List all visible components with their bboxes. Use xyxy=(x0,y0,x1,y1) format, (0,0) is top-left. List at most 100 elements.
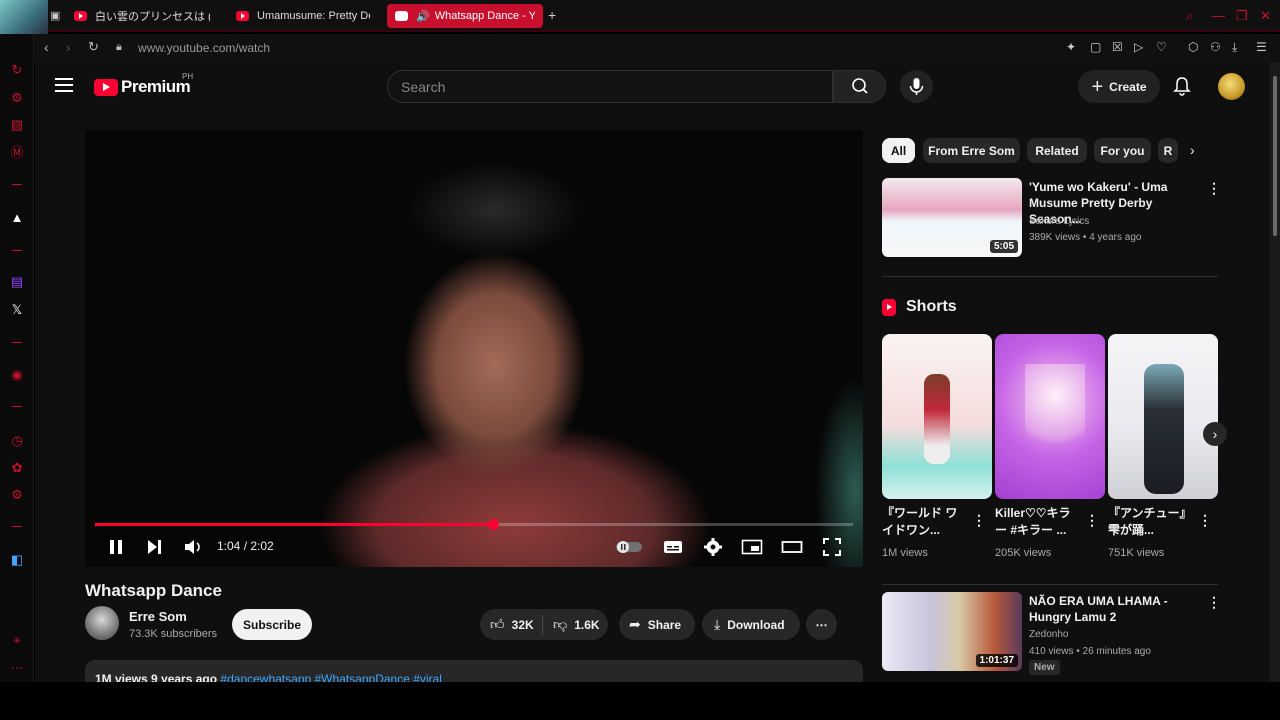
extensions-icon[interactable]: ⬡ xyxy=(1188,40,1198,54)
download-icon[interactable]: ⤓ xyxy=(1232,40,1237,55)
forward-icon[interactable]: › xyxy=(66,39,71,55)
search-input[interactable] xyxy=(388,71,832,102)
channel-avatar[interactable] xyxy=(85,606,119,640)
chevron-right-icon[interactable]: › xyxy=(1190,142,1195,158)
profile-avatar[interactable] xyxy=(0,0,48,34)
url-field[interactable]: www.youtube.com/watch xyxy=(138,41,270,55)
tab-2[interactable]: Umamusume: Pretty Derby xyxy=(228,4,378,28)
more-vertical-icon[interactable]: ⋮ xyxy=(1207,180,1221,197)
puzzle-icon[interactable]: ✿ xyxy=(9,460,25,476)
channel-name[interactable]: Erre Som xyxy=(129,609,187,624)
volume-icon[interactable] xyxy=(183,537,203,557)
shorts-next-button[interactable]: › xyxy=(1203,422,1227,446)
create-button[interactable]: + Create xyxy=(1078,70,1160,103)
next-icon[interactable] xyxy=(145,537,163,557)
chip-related[interactable]: Related xyxy=(1027,138,1087,163)
hamburger-icon[interactable] xyxy=(55,78,73,96)
chip-partial[interactable]: R xyxy=(1158,138,1178,163)
clock-icon[interactable]: ◷ xyxy=(9,433,25,449)
settings-gear-icon[interactable] xyxy=(703,537,723,557)
play-ext-icon[interactable]: ▷ xyxy=(1134,40,1143,54)
download-button[interactable]: ⤓ Download xyxy=(702,609,800,640)
description-box[interactable]: 1M views 9 years ago #dancewhatsapp #Wha… xyxy=(85,660,863,682)
x-icon[interactable]: 𝕏 xyxy=(9,302,25,318)
short-title[interactable]: Killer♡♡キラー #キラー ... xyxy=(995,505,1081,539)
miniplayer-icon[interactable] xyxy=(741,537,763,557)
pattern-icon[interactable]: ▨ xyxy=(9,117,25,133)
duration-badge: 1:01:37 xyxy=(975,654,1018,667)
search-tabs-icon[interactable]: ⌕ xyxy=(1186,8,1193,24)
sidebar-divider xyxy=(12,526,22,527)
captions-icon[interactable] xyxy=(663,537,683,557)
short-thumbnail[interactable] xyxy=(995,334,1105,499)
thumbs-up-icon: 👍︎ xyxy=(490,616,505,632)
fullscreen-icon[interactable] xyxy=(822,537,842,557)
close-icon[interactable]: ✕ xyxy=(1260,8,1271,24)
more-vertical-icon[interactable]: ⋮ xyxy=(972,512,986,529)
bot-icon[interactable]: ⚙ xyxy=(9,90,25,106)
more-vertical-icon[interactable]: ⋮ xyxy=(1207,594,1221,611)
autoplay-toggle[interactable] xyxy=(615,539,643,555)
theater-mode-icon[interactable] xyxy=(781,537,803,557)
user-avatar[interactable] xyxy=(1218,73,1245,100)
rec-title[interactable]: NÃO ERA UMA LHAMA - Hungry Lamu 2 xyxy=(1029,593,1205,625)
rec-channel[interactable]: Zedonho xyxy=(1029,629,1068,640)
new-tab-button[interactable]: + xyxy=(548,7,556,23)
page-scrollbar[interactable] xyxy=(1270,62,1280,682)
reload-icon[interactable]: ↻ xyxy=(88,39,99,55)
hashtags[interactable]: #dancewhatsapp #WhatsappDance #viral xyxy=(220,672,441,682)
scrubber-knob[interactable] xyxy=(487,519,499,530)
settings-icon[interactable]: ⚙ xyxy=(9,487,25,503)
tab-1[interactable]: 白い雲のプリンセスは (feat. 花 xyxy=(66,4,218,28)
more-vertical-icon[interactable]: ⋮ xyxy=(1085,512,1099,529)
back-icon[interactable]: ‹ xyxy=(44,39,49,55)
tab-3-active[interactable]: 🔊 Whatsapp Dance - You xyxy=(387,4,543,28)
app-a-icon[interactable]: ▲ xyxy=(9,210,25,226)
video-player[interactable]: 1:04 / 2:02 xyxy=(85,130,863,567)
subscribe-button[interactable]: Subscribe xyxy=(232,609,312,640)
twitch-icon[interactable]: ▤ xyxy=(9,274,25,290)
more-vertical-icon[interactable]: ⋮ xyxy=(1198,512,1212,529)
account-icon[interactable]: ⚇ xyxy=(1210,40,1221,54)
like-button[interactable]: 👍︎ 32K xyxy=(480,614,543,635)
short-title[interactable]: 『ワールド ワイドワン... xyxy=(882,505,968,539)
m-app-icon[interactable]: Ⓜ xyxy=(9,145,25,161)
short-thumbnail[interactable] xyxy=(1108,334,1218,499)
heart-icon[interactable]: ♡ xyxy=(1156,40,1167,54)
more-actions-button[interactable]: ⋯ xyxy=(806,609,837,640)
chip-for-you[interactable]: For you xyxy=(1094,138,1151,163)
pause-icon[interactable] xyxy=(107,537,125,557)
tab-list-icon[interactable]: ▣ xyxy=(50,9,60,22)
youtube-logo[interactable]: Premium PH xyxy=(94,72,193,97)
app-blue-icon[interactable]: ◧ xyxy=(9,552,25,568)
progress-bar[interactable] xyxy=(95,519,853,530)
video-thumbnail[interactable]: 5:05 xyxy=(882,178,1022,257)
pin-icon[interactable]: ✦ xyxy=(1066,40,1076,54)
scrollbar-thumb[interactable] xyxy=(1273,76,1277,236)
chip-from-channel[interactable]: From Erre Som xyxy=(923,138,1020,163)
minimize-icon[interactable]: — xyxy=(1212,8,1225,23)
video-thumbnail[interactable]: 1:01:37 xyxy=(882,592,1022,671)
progress-played xyxy=(95,523,493,526)
notifications-bell-icon[interactable] xyxy=(1173,76,1191,96)
tab-label: Whatsapp Dance - You xyxy=(434,10,535,22)
restore-icon[interactable]: ❐ xyxy=(1236,8,1248,24)
search-button[interactable] xyxy=(833,70,886,103)
play-circle-icon[interactable]: ◉ xyxy=(9,367,25,383)
gx-icon[interactable]: ✳ xyxy=(9,634,25,650)
short-title[interactable]: 『アンチュー』雫が踊... xyxy=(1108,505,1194,539)
screenshot-icon[interactable]: ▢ xyxy=(1090,40,1101,54)
video-frame[interactable] xyxy=(85,130,863,567)
bottom-bar xyxy=(0,682,1280,720)
dislike-button[interactable]: 👎︎ 1.6K xyxy=(543,616,600,633)
share-button[interactable]: ➦ Share xyxy=(619,609,695,640)
rec-channel[interactable]: Sakura Lyrics xyxy=(1029,216,1089,227)
chip-all[interactable]: All xyxy=(882,138,915,163)
menu-icon[interactable]: ☰ xyxy=(1256,40,1267,54)
views-date: 1M views 9 years ago xyxy=(95,672,218,682)
voice-search-button[interactable] xyxy=(900,70,933,103)
ext-x-icon[interactable]: ☒ xyxy=(1112,40,1123,54)
more-icon[interactable]: ⋯ xyxy=(9,660,25,676)
short-thumbnail[interactable] xyxy=(882,334,992,499)
history-icon[interactable]: ↻ xyxy=(9,62,25,78)
